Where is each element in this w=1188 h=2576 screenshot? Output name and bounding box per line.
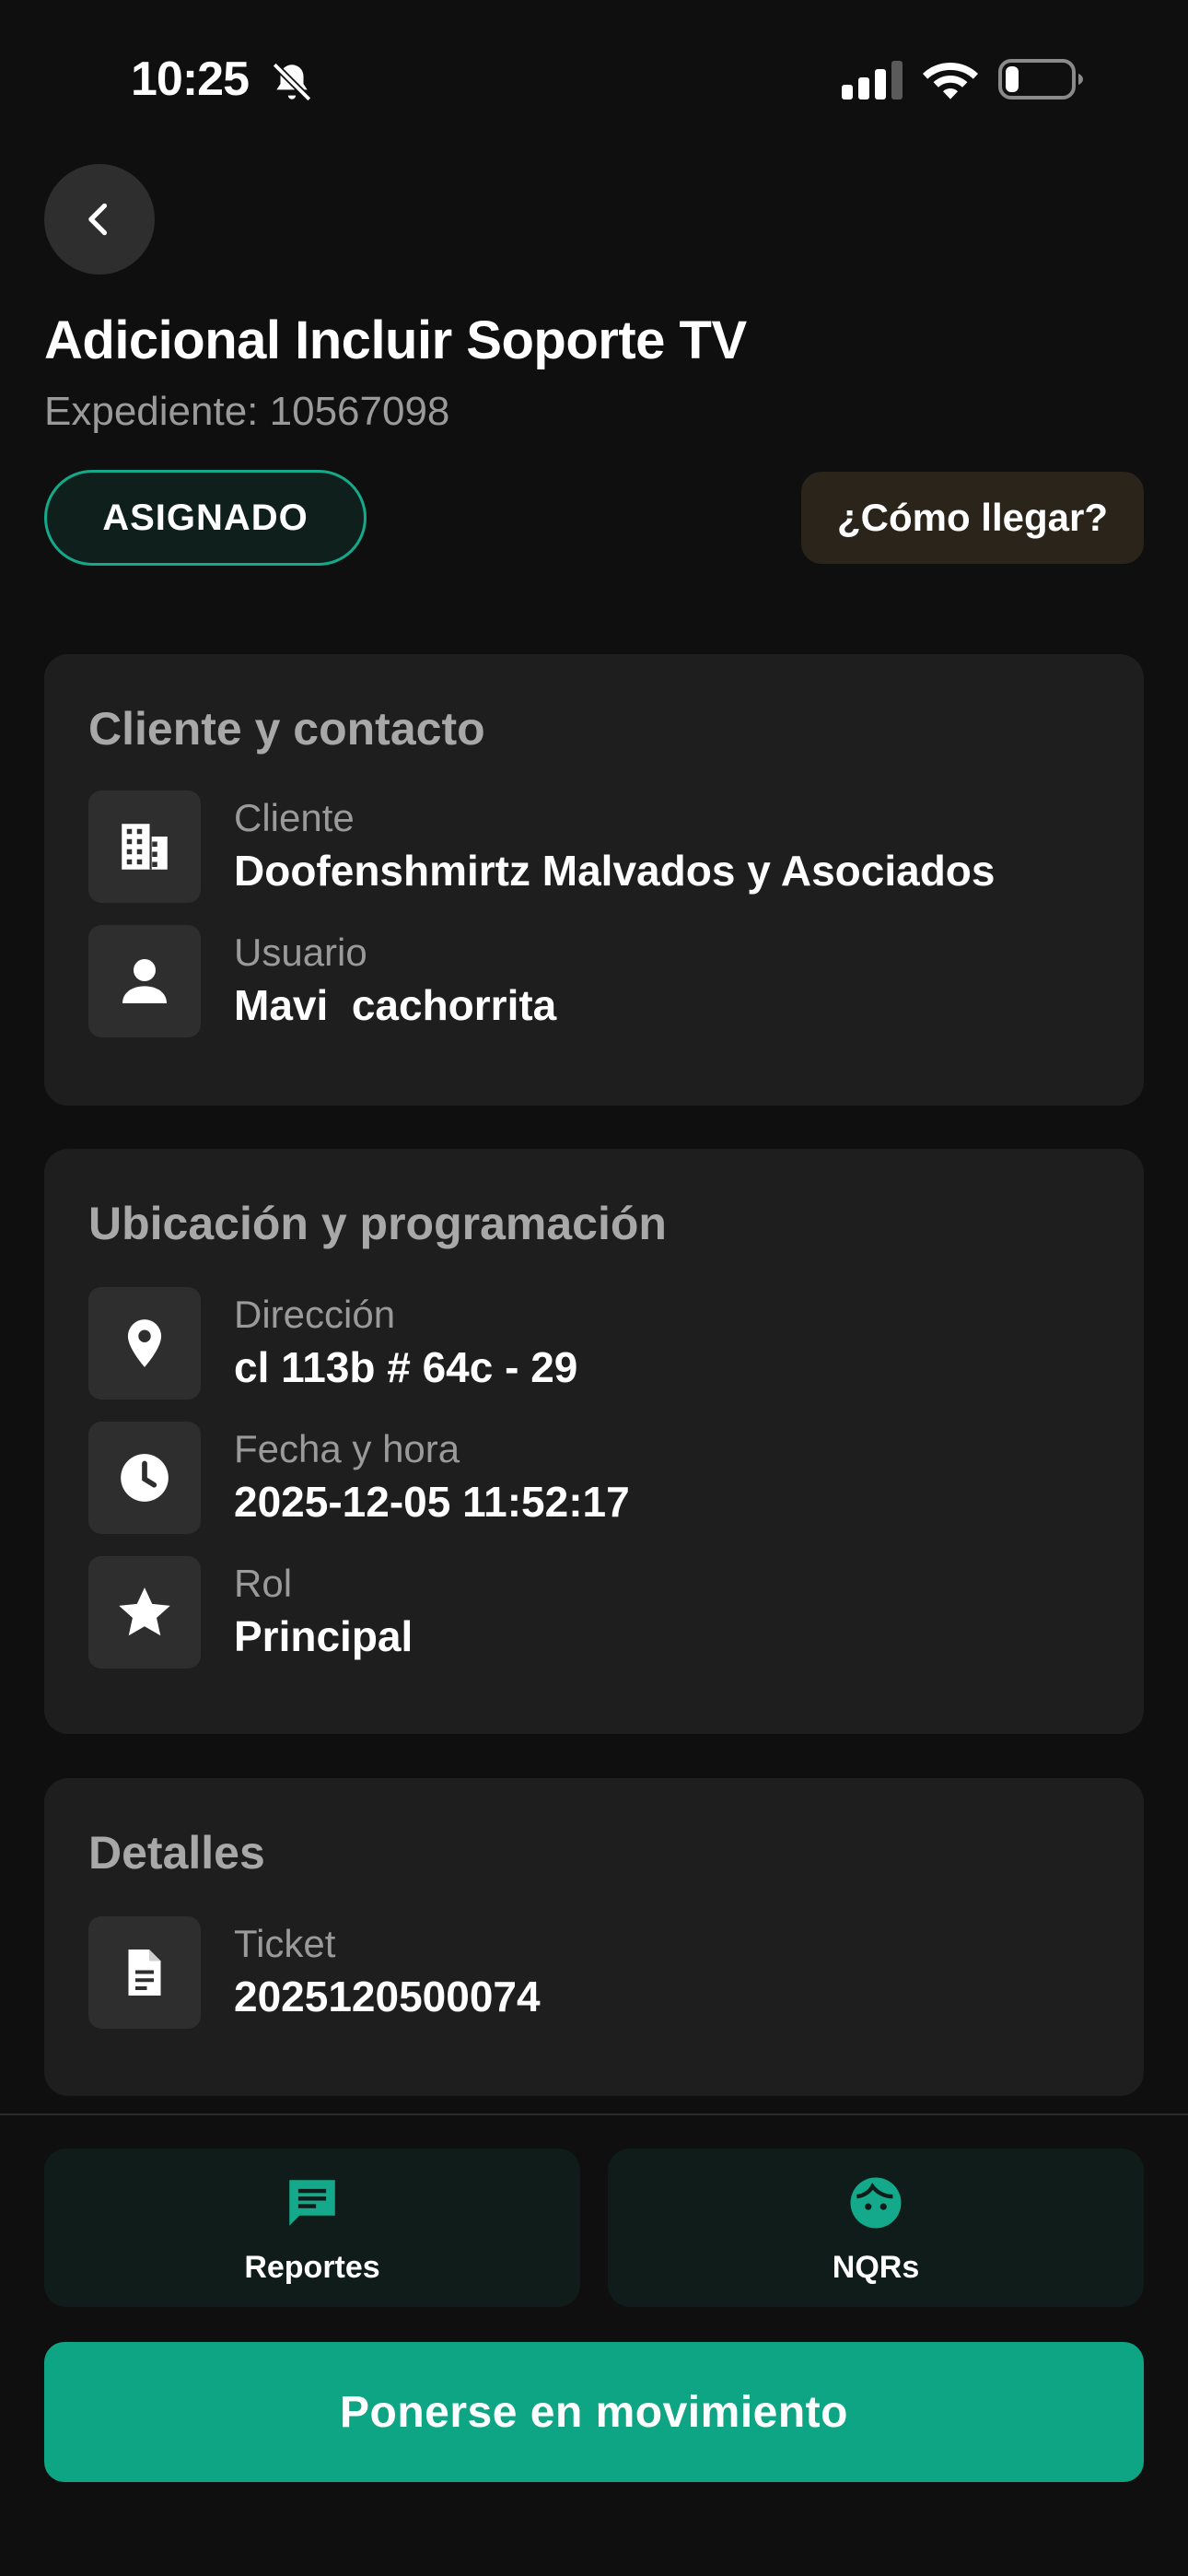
user-row: Usuario Mavi cachorrita [88,925,1101,1039]
row-value: 2025-12-05 11:52:17 [234,1478,630,1526]
star-icon [88,1556,201,1669]
datetime-row: Fecha y hora 2025-12-05 11:52:17 [88,1422,1101,1536]
case-number: Expediente: 10567098 [44,389,450,434]
person-icon [88,925,201,1037]
ticket-row: Ticket 2025120500074 [88,1916,1101,2031]
card-title: Detalles [88,1827,265,1879]
card-title: Ubicación y programación [88,1198,667,1249]
row-value: Doofenshmirtz Malvados y Asociados [234,847,996,895]
client-contact-card: Cliente y contacto Cliente Doofenshmirtz… [44,654,1144,1106]
location-schedule-card: Ubicación y programación Dirección cl 11… [44,1149,1144,1734]
reports-button[interactable]: Reportes [44,2149,580,2307]
cellular-signal-icon [842,61,903,100]
tab-label: Reportes [244,2250,380,2285]
row-label: Ticket [234,1922,336,1965]
nqrs-button[interactable]: NQRs [608,2149,1144,2307]
client-row: Cliente Doofenshmirtz Malvados y Asociad… [88,790,1101,905]
row-label: Cliente [234,796,355,839]
address-row: Dirección cl 113b # 64c - 29 [88,1287,1101,1401]
row-value: Principal [234,1612,413,1660]
document-icon [88,1916,201,2029]
chevron-left-icon [88,203,108,236]
start-moving-button[interactable]: Ponerse en movimiento [44,2342,1144,2482]
building-icon [88,790,201,903]
location-pin-icon [88,1287,201,1399]
bottom-divider [0,2113,1188,2115]
tab-label: NQRs [832,2250,920,2285]
face-icon [850,2177,902,2229]
card-title: Cliente y contacto [88,703,485,755]
wifi-icon [923,63,978,100]
details-card: Detalles Ticket 2025120500074 [44,1778,1144,2096]
status-badge: ASIGNADO [44,470,367,566]
back-button[interactable] [44,164,155,275]
row-label: Usuario [234,931,367,974]
role-row: Rol Principal [88,1556,1101,1670]
row-value: Mavi cachorrita [234,981,557,1029]
battery-icon [998,59,1083,100]
status-bar: 10:25 [0,0,1188,157]
directions-button[interactable]: ¿Cómo llegar? [801,472,1144,564]
bell-slash-icon [272,62,312,102]
row-value: 2025120500074 [234,1973,541,2020]
chat-icon [289,2180,335,2226]
row-label: Dirección [234,1293,396,1336]
row-label: Fecha y hora [234,1427,460,1470]
clock-icon [88,1422,201,1534]
status-time: 10:25 [131,53,250,106]
page-title: Adicional Incluir Soporte TV [44,310,747,370]
row-label: Rol [234,1562,293,1605]
row-value: cl 113b # 64c - 29 [234,1343,578,1391]
